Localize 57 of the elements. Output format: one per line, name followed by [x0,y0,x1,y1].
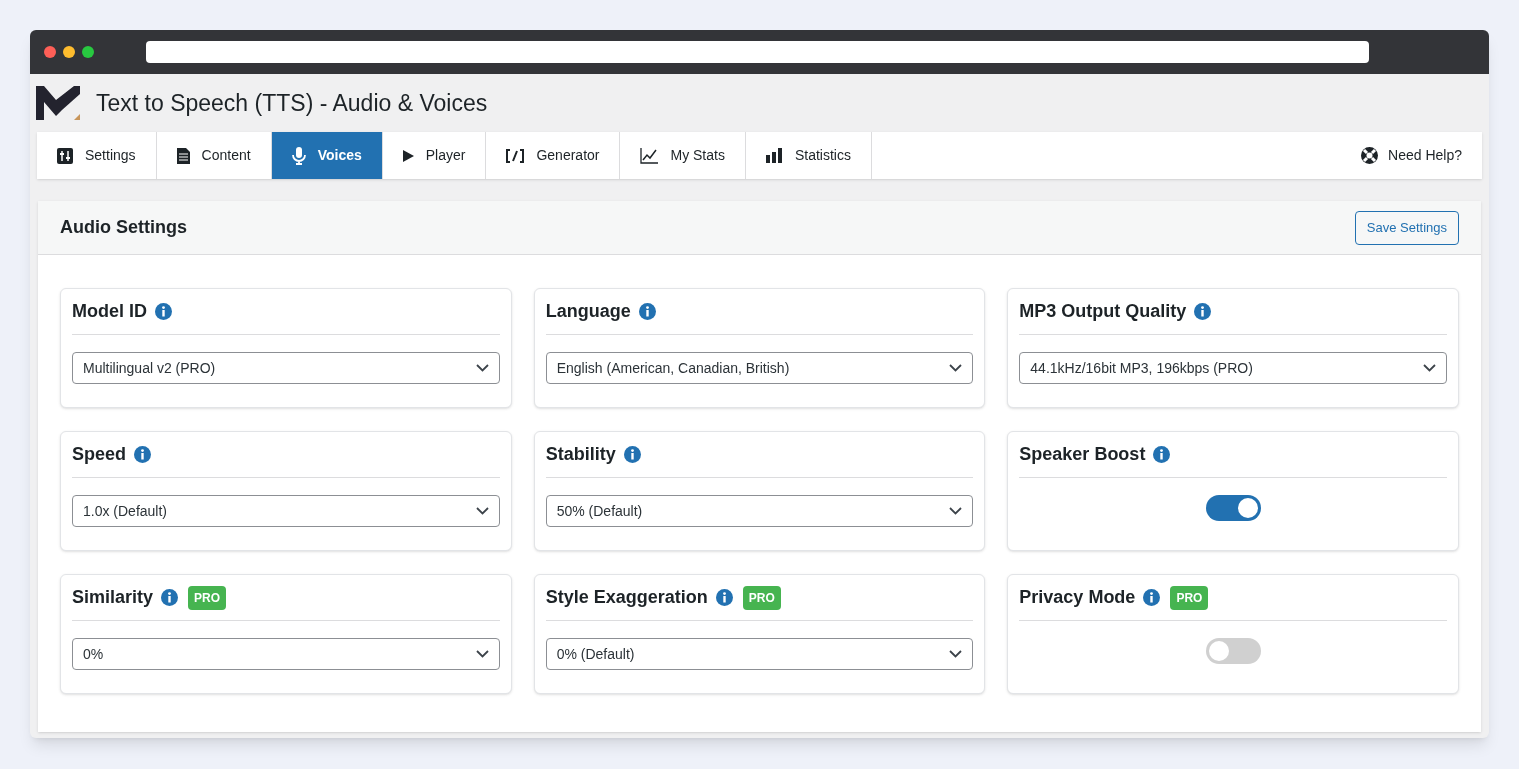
nav-tab[interactable]: Content [156,132,272,179]
pro-badge: PRO [1170,585,1209,610]
setting-label: Model ID [72,300,147,323]
info-icon[interactable] [715,589,733,606]
lifebuoy-icon [1361,147,1379,164]
nav-tab[interactable]: My Stats [620,132,746,179]
panel-title: Audio Settings [60,216,187,239]
setting-label: Privacy Mode [1019,586,1136,609]
nav-tab[interactable]: Voices [271,132,383,179]
setting-label: MP3 Output Quality [1019,300,1187,323]
sliders-icon [57,147,73,164]
dropdown[interactable]: 44.1kHz/16bit MP3, 196kbps (PRO) [1019,352,1447,384]
setting-label: Speaker Boost [1019,443,1146,466]
chevron-down-icon [475,364,489,372]
info-icon[interactable] [1194,303,1212,320]
setting-label: Speed [72,443,127,466]
play-icon [402,149,414,162]
info-icon[interactable] [155,303,172,320]
toggle-switch[interactable] [1205,638,1261,664]
chevron-down-icon [1423,364,1436,372]
chevron-down-icon [475,507,489,515]
setting-label: Language [545,300,631,323]
info-icon[interactable] [623,446,641,463]
nav-tab[interactable]: Settings [37,132,157,179]
nav-tab[interactable]: Statistics [745,132,872,179]
page-title: Text to Speech (TTS) - Audio & Voices [96,88,488,118]
help-link[interactable]: Need Help? [1361,132,1482,179]
line-chart-icon [640,147,659,164]
bar-chart-icon [765,148,783,163]
info-icon[interactable] [1143,589,1161,606]
dropdown[interactable]: 1.0x (Default) [72,495,500,527]
chevron-down-icon [475,650,489,658]
dropdown[interactable]: 50% (Default) [545,495,974,527]
info-icon[interactable] [134,446,152,463]
dropdown[interactable]: 0% [72,638,500,670]
nav-tab[interactable]: Player [382,132,487,179]
setting-label: Stability [545,443,616,466]
microphone-icon [291,146,306,165]
setting-label: Similarity [72,586,154,609]
nav-tab[interactable]: Generator [486,132,621,179]
toggle-switch[interactable] [1205,495,1261,521]
document-icon [176,147,190,164]
save-settings-button[interactable]: Save Settings [1354,210,1459,245]
code-brackets-icon [506,148,525,163]
pro-badge: PRO [742,585,781,610]
setting-label: Style Exaggeration [545,586,708,609]
logo-icon [36,86,80,120]
chevron-down-icon [949,364,963,372]
dropdown[interactable]: 0% (Default) [545,638,974,670]
info-icon[interactable] [638,303,656,320]
dropdown[interactable]: English (American, Canadian, British) [545,352,974,384]
chevron-down-icon [949,650,963,658]
info-icon[interactable] [1153,446,1171,463]
info-icon[interactable] [161,589,179,606]
dropdown[interactable]: Multilingual v2 (PRO) [72,352,500,384]
pro-badge: PRO [188,585,227,610]
chevron-down-icon [949,507,963,515]
